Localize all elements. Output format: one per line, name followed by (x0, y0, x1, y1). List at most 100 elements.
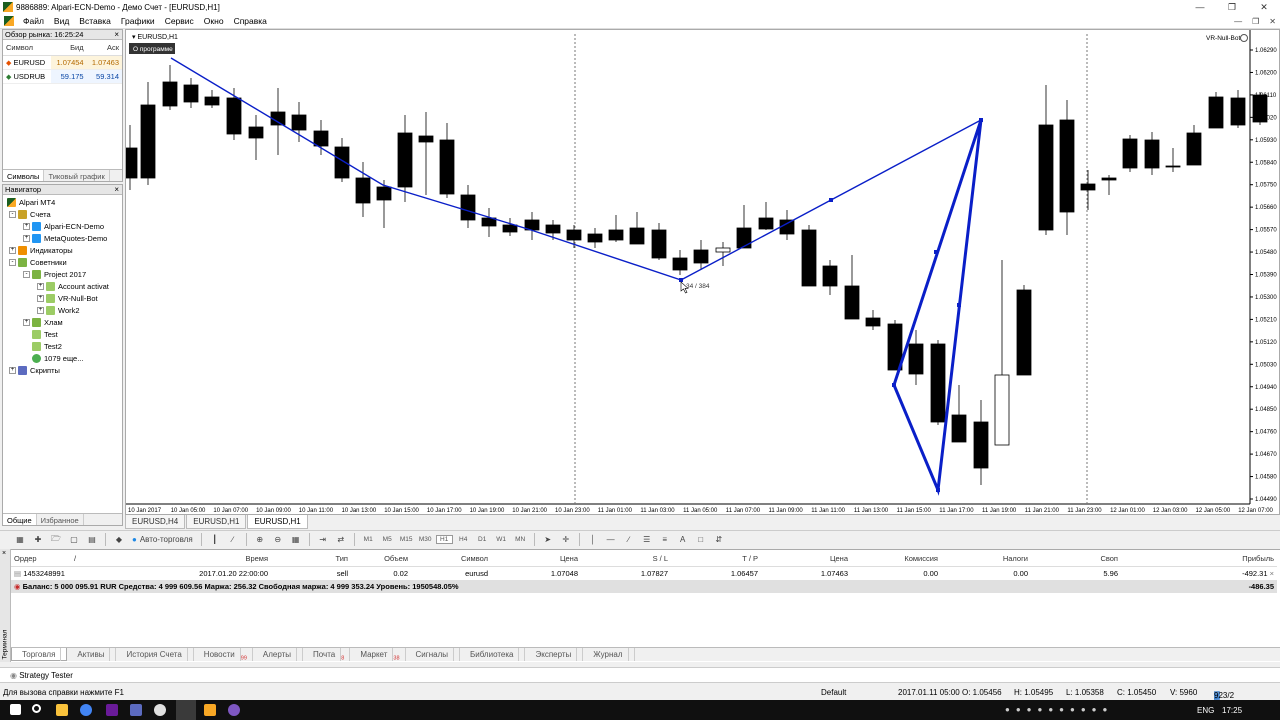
tab-chart-eurusd-h4[interactable]: EURUSD,H4 (125, 515, 186, 529)
zoom-in-icon[interactable]: ⊕ (252, 532, 268, 547)
menu-file[interactable]: Файл (18, 16, 49, 26)
col-order[interactable]: Ордер (11, 552, 71, 567)
col-bid[interactable]: Бид (51, 40, 87, 56)
menu-insert[interactable]: Вставка (74, 16, 116, 26)
col-ask[interactable]: Аск (86, 40, 122, 56)
timeframe-m5[interactable]: M5 (379, 536, 396, 543)
arrows-icon[interactable]: ⇵ (711, 532, 727, 547)
window-icon[interactable]: ▢ (66, 532, 82, 547)
tree-item-folder[interactable]: - Project 2017 (23, 270, 86, 279)
timeframe-m15[interactable]: M15 (398, 536, 415, 543)
minimize-button[interactable]: — (1184, 0, 1216, 14)
chrome-icon[interactable] (80, 704, 92, 716)
expand-icon[interactable]: + (23, 319, 30, 326)
candlestick-chart[interactable]: 1.06290 1.06200 1.06110 1.06020 1.05930 1.058… (122, 30, 1280, 516)
text-label-icon[interactable]: □ (693, 532, 709, 547)
menu-window[interactable]: Окно (199, 16, 229, 26)
explorer-icon[interactable] (56, 704, 68, 716)
tree-item-expert[interactable]: Test (32, 330, 58, 339)
chart-window-icon[interactable] (4, 16, 14, 26)
tab-terminal-5[interactable]: Почта 8 (303, 648, 351, 662)
tab-common[interactable]: Общие (3, 514, 37, 525)
tree-item-folder[interactable]: + Хлам (23, 318, 63, 327)
col-time[interactable]: Время (101, 552, 271, 567)
zoom-out-icon[interactable]: ⊖ (270, 532, 286, 547)
trendline-icon[interactable]: ∕ (621, 532, 637, 547)
collapse-icon[interactable]: - (9, 259, 16, 266)
bar-chart-icon[interactable]: ┃ (207, 532, 223, 547)
tab-terminal-4[interactable]: Алерты (253, 648, 304, 661)
metaeditor-icon[interactable]: ◆ (111, 532, 127, 547)
tab-tick-chart[interactable]: Тиковый график (44, 170, 110, 181)
menu-tools[interactable]: Сервис (160, 16, 199, 26)
col-sl[interactable]: S / L (581, 552, 671, 567)
timeframe-h1[interactable]: H1 (435, 535, 453, 544)
strategy-tester-bar[interactable]: ◉ Strategy Tester (0, 667, 1280, 683)
timeframe-d1[interactable]: D1 (474, 536, 491, 543)
horizontal-line-icon[interactable]: — (603, 532, 619, 547)
price-chart[interactable]: 1.06290 1.06200 1.06110 1.06020 1.05930 1.058… (122, 29, 1280, 516)
tray-icons[interactable]: ●●●●●●●●●● (1005, 705, 1113, 714)
fibonacci-icon[interactable]: ≡ (657, 532, 673, 547)
col-type[interactable]: Тип (271, 552, 351, 567)
folder-icon[interactable] (204, 704, 216, 716)
col-profit[interactable]: Прибыль (1121, 552, 1277, 567)
tree-item-scripts[interactable]: + Скрипты (9, 366, 60, 375)
autotrading-button[interactable]: ● Авто-торговля (129, 532, 196, 547)
app-icon[interactable] (106, 704, 118, 716)
tab-terminal-8[interactable]: Библиотека (460, 648, 526, 661)
folder-icon[interactable]: 🗁 (48, 532, 64, 547)
close-order-icon[interactable]: × (1270, 569, 1274, 578)
collapse-icon[interactable]: - (9, 211, 16, 218)
expand-icon[interactable]: + (23, 235, 30, 242)
autoscroll-icon[interactable]: ⇥ (315, 532, 331, 547)
tab-terminal-3[interactable]: Новости 99 (194, 648, 253, 662)
table-row[interactable]: ▤ 1453248991 2017.01.20 22:00:00 sell 0.… (11, 566, 1277, 580)
line-chart-icon[interactable]: ∕ (225, 532, 241, 547)
col-commission[interactable]: Комиссия (851, 552, 941, 567)
close-button[interactable]: ✕ (1248, 0, 1280, 14)
timeframe-m30[interactable]: M30 (417, 536, 434, 543)
close-icon[interactable]: × (114, 30, 119, 39)
language-indicator[interactable]: ENG (1197, 706, 1214, 715)
zigzag-node[interactable] (679, 278, 683, 282)
tab-terminal-2[interactable]: История Счета (116, 648, 194, 661)
menu-help[interactable]: Справка (229, 16, 272, 26)
timeframe-w1[interactable]: W1 (493, 536, 510, 543)
zigzag-line[interactable] (170, 57, 982, 281)
expand-icon[interactable]: + (37, 295, 44, 302)
zigzag-node[interactable] (892, 383, 896, 387)
timeframe-m1[interactable]: M1 (360, 536, 377, 543)
chart-shift-icon[interactable]: ⇄ (333, 532, 349, 547)
tab-chart-eurusd-h1-active[interactable]: EURUSD,H1 (247, 515, 308, 529)
expand-icon[interactable]: + (9, 367, 16, 374)
col-tp[interactable]: T / P (671, 552, 761, 567)
app-icon[interactable] (228, 704, 240, 716)
tab-terminal-10[interactable]: Журнал (583, 648, 635, 661)
table-row[interactable]: ◆ USDRUB 59.175 59.314 (3, 69, 122, 84)
tree-item-indicators[interactable]: + Индикаторы (9, 246, 73, 255)
table-row[interactable]: ◆ EURUSD 1.07454 1.07463 (3, 55, 122, 70)
tab-favorites[interactable]: Избранное (37, 514, 84, 525)
col-symbol[interactable]: Символ (411, 552, 491, 567)
channel-icon[interactable]: ☰ (639, 532, 655, 547)
tab-terminal-9[interactable]: Эксперты (525, 648, 584, 661)
tab-terminal-6[interactable]: Маркет 38 (350, 648, 406, 662)
tab-terminal-0[interactable]: Торговля (11, 648, 68, 661)
search-icon[interactable] (32, 704, 41, 713)
col-volume[interactable]: Объем (351, 552, 411, 567)
vertical-line-icon[interactable]: │ (585, 532, 601, 547)
timeframe-h4[interactable]: H4 (455, 536, 472, 543)
collapse-icon[interactable]: - (23, 271, 30, 278)
tab-chart-eurusd-h1[interactable]: EURUSD,H1 (186, 515, 247, 529)
zigzag-line-bold[interactable] (892, 119, 983, 496)
tree-item-experts[interactable]: - Советники (9, 258, 67, 267)
tree-item-expert[interactable]: + Work2 (37, 306, 80, 315)
col-swap[interactable]: Своп (1031, 552, 1121, 567)
zigzag-node[interactable] (829, 198, 833, 202)
tab-terminal-7[interactable]: Сигналы (406, 648, 460, 661)
tree-item-expert[interactable]: + VR-Null-Bot (37, 294, 98, 303)
tree-item-accounts[interactable]: - Счета (9, 210, 51, 219)
expand-icon[interactable]: + (37, 283, 44, 290)
cursor-icon[interactable]: ➤ (540, 532, 556, 547)
